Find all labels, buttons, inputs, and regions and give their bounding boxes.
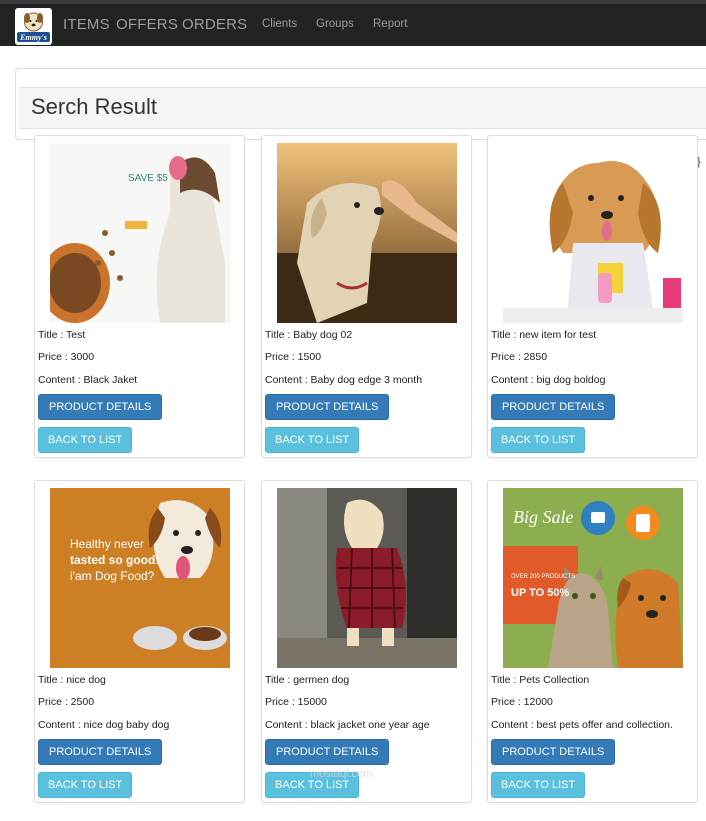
back-to-list-button[interactable]: BACK TO LIST <box>491 427 586 453</box>
product-details-button[interactable]: PRODUCT DETAILS <box>265 739 390 765</box>
image-text-line1: Healthy never <box>70 537 144 551</box>
nav-offers[interactable]: OFFERS <box>116 16 178 33</box>
product-content: Content : Black Jaket <box>38 374 138 386</box>
product-title: Title : Baby dog 02 <box>265 329 353 341</box>
product-price: Price : 15000 <box>265 696 327 708</box>
nav-items[interactable]: ITEMS <box>63 16 110 33</box>
product-price: Price : 12000 <box>491 696 553 708</box>
product-price: Price : 3000 <box>38 351 95 363</box>
product-card: Healthy never tasted so good! i'am Dog F… <box>34 480 245 803</box>
product-card: Title : new item for test Price : 2850 C… <box>487 135 698 458</box>
product-card: SAVE $5 Title : Test Price : 3000 Conten… <box>34 135 245 458</box>
watermark: mostaql.com <box>310 768 373 780</box>
back-to-list-button[interactable]: BACK TO LIST <box>38 427 133 453</box>
product-image-dog-food-banner: Healthy never tasted so good! i'am Dog F… <box>50 488 230 668</box>
product-details-button[interactable]: PRODUCT DETAILS <box>265 394 390 420</box>
panel-heading: Serch Result <box>19 87 706 129</box>
nav-groups[interactable]: Groups <box>316 18 354 30</box>
image-text-save: SAVE $5 <box>128 173 168 184</box>
product-image-dog-food-ad: SAVE $5 <box>50 143 230 323</box>
product-details-button[interactable]: PRODUCT DETAILS <box>491 394 616 420</box>
product-card: Title : Baby dog 02 Price : 1500 Content… <box>261 135 472 458</box>
image-text-over: OVER 200 PRODUCTS <box>511 574 575 580</box>
nav-report[interactable]: Report <box>373 18 408 30</box>
product-details-button[interactable]: PRODUCT DETAILS <box>491 739 616 765</box>
product-price: Price : 1500 <box>265 351 322 363</box>
product-content: Content : big dog boldog <box>491 374 606 386</box>
product-content: Content : black jacket one year age <box>265 719 430 731</box>
product-details-button[interactable]: PRODUCT DETAILS <box>38 739 163 765</box>
logo-text: Emmy's <box>19 33 47 42</box>
page-title: Serch Result <box>31 94 157 119</box>
product-title: Title : Test <box>38 329 86 341</box>
product-card: Title : germen dog Price : 15000 Content… <box>261 480 472 803</box>
product-content: Content : Baby dog edge 3 month <box>265 374 423 386</box>
product-title: Title : nice dog <box>38 674 106 686</box>
product-content: Content : nice dog baby dog <box>38 719 170 731</box>
product-image-golden-retriever-bib <box>503 143 683 323</box>
nav-clients[interactable]: Clients <box>262 18 297 30</box>
product-title: Title : germen dog <box>265 674 350 686</box>
product-price: Price : 2850 <box>491 351 548 363</box>
image-text-line3: i'am Dog Food? <box>70 569 155 583</box>
product-content: Content : best pets offer and collection… <box>491 719 673 731</box>
search-result-panel: Serch Result <box>15 68 706 140</box>
image-text-big-sale: Big Sale <box>513 507 574 527</box>
nav-orders[interactable]: ORDERS <box>182 16 247 33</box>
product-title: Title : new item for test <box>491 329 597 341</box>
product-card: Big Sale OVER 200 PRODUCTS UP TO 50% Tit… <box>487 480 698 803</box>
product-image-pets-sale: Big Sale OVER 200 PRODUCTS UP TO 50% <box>503 488 683 668</box>
image-text-line2: tasted so good! <box>70 553 159 567</box>
top-navbar: Emmy's ITEMS OFFERS ORDERS Clients Group… <box>0 0 706 46</box>
back-to-list-button[interactable]: BACK TO LIST <box>491 772 586 798</box>
product-image-labrador-treat <box>277 143 457 323</box>
product-image-puppy-sweater <box>277 488 457 668</box>
product-title: Title : Pets Collection <box>491 674 590 686</box>
back-to-list-button[interactable]: BACK TO LIST <box>265 427 360 453</box>
image-text-upto: UP TO 50% <box>511 587 570 599</box>
product-details-button[interactable]: PRODUCT DETAILS <box>38 394 163 420</box>
product-price: Price : 2500 <box>38 696 95 708</box>
back-to-list-button[interactable]: BACK TO LIST <box>38 772 133 798</box>
brand-logo[interactable]: Emmy's <box>15 8 52 45</box>
